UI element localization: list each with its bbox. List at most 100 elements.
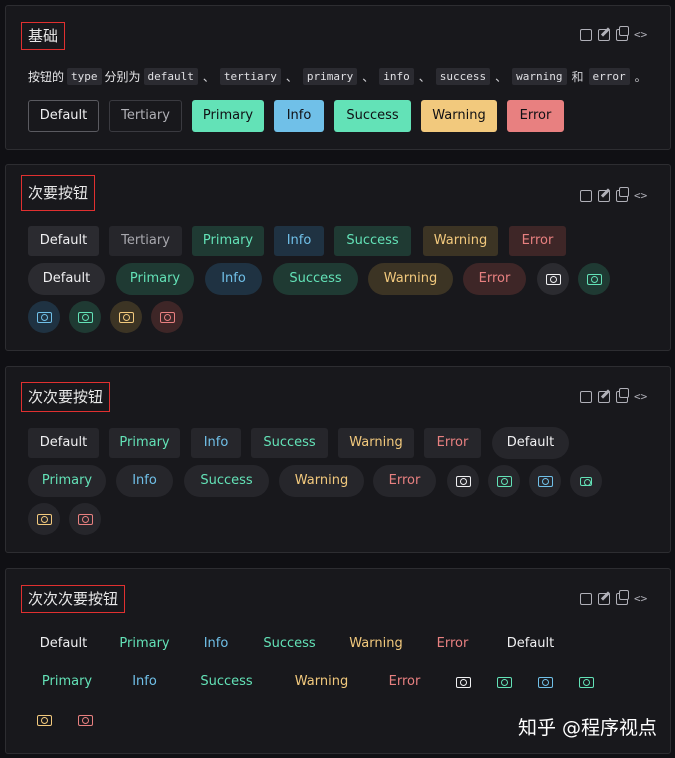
info-button[interactable]: Info xyxy=(274,100,324,132)
secondary-circle-primary-button[interactable] xyxy=(578,263,610,295)
tertiary-round-success-button[interactable]: Success xyxy=(184,465,269,497)
cube-icon[interactable] xyxy=(580,190,592,202)
tertiary-round-primary-button[interactable]: Primary xyxy=(28,465,106,497)
separator: 、 xyxy=(418,70,431,84)
quaternary-circle-default-button[interactable] xyxy=(447,666,479,698)
secondary-round-error-button[interactable]: Error xyxy=(463,263,526,295)
tertiary-round-default-button[interactable]: Default xyxy=(492,427,569,459)
secondary-circle-success-button[interactable] xyxy=(69,301,101,333)
quaternary-primary-button[interactable]: Primary xyxy=(109,629,180,659)
code-icon[interactable]: <> xyxy=(634,190,648,202)
secondary-circle-warning-button[interactable] xyxy=(110,301,142,333)
quaternary-circle-info-button[interactable] xyxy=(529,666,561,698)
cash-icon xyxy=(586,273,602,285)
success-button[interactable]: Success xyxy=(334,100,411,132)
quaternary-round-default-button[interactable]: Default xyxy=(492,629,569,659)
secondary-primary-button[interactable]: Primary xyxy=(192,226,264,256)
quaternary-success-button[interactable]: Success xyxy=(251,629,328,659)
tertiary-circle-info-button[interactable] xyxy=(529,465,561,497)
cube-icon[interactable] xyxy=(580,29,592,41)
quaternary-circle-success-button[interactable] xyxy=(570,666,602,698)
code-icon[interactable]: <> xyxy=(634,29,648,41)
tertiary-info-button[interactable]: Info xyxy=(191,428,241,458)
separator: 、 xyxy=(285,70,298,84)
tertiary-circle-default-button[interactable] xyxy=(447,465,479,497)
code-tertiary: tertiary xyxy=(219,68,281,85)
secondary-default-button[interactable]: Default xyxy=(28,226,99,256)
cash-icon xyxy=(36,714,52,726)
edit-icon[interactable] xyxy=(598,29,610,41)
copy-icon[interactable] xyxy=(616,187,629,202)
quaternary-warning-button[interactable]: Warning xyxy=(338,629,414,659)
tertiary-default-button[interactable]: Default xyxy=(28,428,99,458)
secondary-success-button[interactable]: Success xyxy=(334,226,411,256)
quaternary-round-primary-button[interactable]: Primary xyxy=(28,667,106,697)
edit-icon[interactable] xyxy=(598,593,610,605)
quaternary-circle-primary-button[interactable] xyxy=(488,666,520,698)
secondary-warning-button[interactable]: Warning xyxy=(423,226,498,256)
separator: 、 xyxy=(362,70,375,84)
primary-button[interactable]: Primary xyxy=(192,100,264,132)
quaternary-round-warning-button[interactable]: Warning xyxy=(279,667,364,697)
error-button[interactable]: Error xyxy=(507,100,564,132)
cash-icon xyxy=(496,475,512,487)
tertiary-round-warning-button[interactable]: Warning xyxy=(279,465,364,497)
quaternary-info-button[interactable]: Info xyxy=(191,629,241,659)
warning-button[interactable]: Warning xyxy=(421,100,497,132)
secondary-circle-info-button[interactable] xyxy=(28,301,60,333)
secondary-info-button[interactable]: Info xyxy=(274,226,324,256)
tertiary-circle-success-button[interactable] xyxy=(570,465,602,497)
code-default: default xyxy=(143,68,198,85)
secondary-circle-error-button[interactable] xyxy=(151,301,183,333)
tertiary-button[interactable]: Tertiary xyxy=(109,100,182,132)
code-type: type xyxy=(67,68,102,85)
copy-icon[interactable] xyxy=(616,590,629,605)
quaternary-round-error-button[interactable]: Error xyxy=(373,667,436,697)
secondary-round-warning-button[interactable]: Warning xyxy=(368,263,453,295)
tertiary-warning-button[interactable]: Warning xyxy=(338,428,414,458)
tertiary-primary-button[interactable]: Primary xyxy=(109,428,180,458)
tertiary-circle-error-button[interactable] xyxy=(69,503,101,535)
quaternary-circle-warning-button[interactable] xyxy=(28,704,60,736)
secondary-round-info-button[interactable]: Info xyxy=(205,263,262,295)
description: 按钮的 type 分别为 default 、 tertiary 、 primary 、… xyxy=(28,68,649,85)
cash-icon xyxy=(545,273,561,285)
cube-icon[interactable] xyxy=(580,391,592,403)
edit-icon[interactable] xyxy=(598,391,610,403)
tertiary-round-error-button[interactable]: Error xyxy=(373,465,436,497)
code-info: info xyxy=(379,68,414,85)
section-basic: 基础 <> 按钮的 type 分别为 default 、 tertiary 、 pr… xyxy=(5,5,671,150)
code-icon[interactable]: <> xyxy=(634,593,648,605)
secondary-round-default-button[interactable]: Default xyxy=(28,263,105,295)
tertiary-error-button[interactable]: Error xyxy=(424,428,481,458)
secondary-round-primary-button[interactable]: Primary xyxy=(116,263,194,295)
quaternary-default-button[interactable]: Default xyxy=(28,629,99,659)
quaternary-error-button[interactable]: Error xyxy=(424,629,481,659)
demo-toolbar: <> xyxy=(580,26,648,41)
edit-icon[interactable] xyxy=(598,190,610,202)
tertiary-circle-primary-button[interactable] xyxy=(488,465,520,497)
code-icon[interactable]: <> xyxy=(634,391,648,403)
cash-icon xyxy=(77,311,93,323)
separator: 、 xyxy=(202,70,215,84)
quaternary-round-info-button[interactable]: Info xyxy=(116,667,173,697)
desc-end: 。 xyxy=(634,70,647,84)
cash-icon xyxy=(77,714,93,726)
tertiary-circle-warning-button[interactable] xyxy=(28,503,60,535)
quaternary-circle-error-button[interactable] xyxy=(69,704,101,736)
copy-icon[interactable] xyxy=(616,26,629,41)
tertiary-round-info-button[interactable]: Info xyxy=(116,465,173,497)
secondary-circle-default-button[interactable] xyxy=(537,263,569,295)
tertiary-success-button[interactable]: Success xyxy=(251,428,328,458)
secondary-round-success-button[interactable]: Success xyxy=(273,263,358,295)
secondary-error-button[interactable]: Error xyxy=(509,226,566,256)
quaternary-round-success-button[interactable]: Success xyxy=(184,667,269,697)
cash-icon xyxy=(455,475,471,487)
code-error: error xyxy=(588,68,630,85)
copy-icon[interactable] xyxy=(616,388,629,403)
demo-toolbar: <> xyxy=(580,187,648,202)
secondary-tertiary-button[interactable]: Tertiary xyxy=(109,226,182,256)
default-button[interactable]: Default xyxy=(28,100,99,132)
cube-icon[interactable] xyxy=(580,593,592,605)
cash-icon xyxy=(36,311,52,323)
